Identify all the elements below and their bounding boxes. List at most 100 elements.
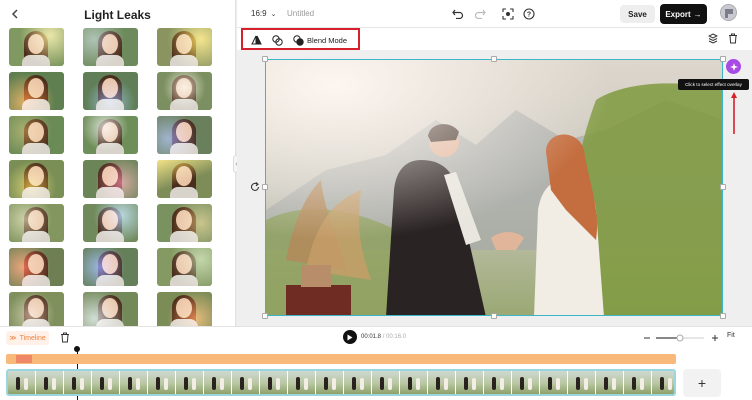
redo-icon[interactable] (472, 6, 488, 22)
light-leak-thumbnail[interactable] (157, 248, 212, 286)
timeline-toggle[interactable]: ≫ Timeline (6, 331, 49, 345)
light-leak-thumbnail[interactable] (83, 248, 138, 286)
resize-handle-b[interactable] (491, 313, 497, 319)
blend-mode-button[interactable]: Blend Mode (293, 34, 347, 46)
document-title[interactable]: Untitled (287, 9, 314, 18)
flip-icon[interactable] (251, 34, 262, 46)
delete-clip-icon[interactable] (60, 332, 71, 343)
video-frame-thumb (596, 371, 624, 394)
screenshot-icon[interactable] (500, 6, 516, 22)
light-leak-thumbnail[interactable] (157, 72, 212, 110)
light-leak-thumbnail[interactable] (157, 292, 212, 326)
light-leak-thumbnail[interactable] (9, 72, 64, 110)
save-button[interactable]: Save (620, 5, 655, 23)
top-bar: 16:9 ⌄ Untitled ? Save Export → (237, 0, 752, 28)
zoom-out-icon[interactable] (644, 337, 650, 339)
avatar[interactable] (720, 4, 737, 21)
video-frame-thumb (652, 371, 674, 394)
timeline-label: Timeline (19, 334, 46, 342)
video-frame-thumb (120, 371, 148, 394)
opacity-icon[interactable] (272, 34, 283, 46)
help-icon[interactable]: ? (521, 6, 537, 22)
export-label: Export (665, 9, 691, 19)
resize-handle-tr[interactable] (720, 56, 726, 62)
export-button[interactable]: Export → (660, 4, 707, 24)
undo-icon[interactable] (450, 6, 466, 22)
video-frame-thumb (260, 371, 288, 394)
current-time: 00:01.8 (361, 334, 382, 340)
video-frame-thumb (288, 371, 316, 394)
layer-actions (707, 33, 738, 47)
resize-handle-tl[interactable] (262, 56, 268, 62)
light-leak-thumbnail[interactable] (9, 28, 64, 66)
video-frame-thumb (316, 371, 344, 394)
zoom-controls (642, 332, 722, 344)
light-leak-thumbnail[interactable] (83, 28, 138, 66)
play-icon (347, 334, 353, 340)
resize-handle-l[interactable] (262, 184, 268, 190)
resize-handle-br[interactable] (720, 313, 726, 319)
light-leak-thumbnail[interactable] (9, 160, 64, 198)
rotate-icon[interactable] (249, 181, 260, 192)
light-leak-thumbnail[interactable] (157, 116, 212, 154)
panel-title: Light Leaks (84, 8, 151, 22)
light-leak-thumbnail[interactable] (83, 160, 138, 198)
light-leak-thumbnail[interactable] (9, 292, 64, 326)
chevrons-icon: ≫ (9, 335, 17, 342)
effect-toolbar: Blend Mode (237, 28, 752, 50)
video-preview[interactable] (265, 59, 723, 316)
resize-handle-t[interactable] (491, 56, 497, 62)
chevron-down-icon: ⌄ (270, 11, 277, 18)
video-frame-thumb (148, 371, 176, 394)
zoom-slider-knob[interactable] (676, 334, 684, 342)
light-leak-thumbnail[interactable] (83, 72, 138, 110)
aspect-ratio-select[interactable]: 16:9 ⌄ (251, 9, 276, 18)
video-frame-thumb (540, 371, 568, 394)
video-frame-thumb (456, 371, 484, 394)
arrow-up-icon (731, 92, 737, 134)
effect-overlay-tooltip: Click to select effect overlay (678, 79, 749, 90)
delete-icon[interactable] (728, 33, 738, 47)
resize-handle-bl[interactable] (262, 313, 268, 319)
canvas-stage: Click to select effect overlay (237, 50, 752, 326)
video-frame-thumb (484, 371, 512, 394)
playback-time: 00:01.8 / 00:16.0 (361, 334, 406, 340)
aspect-ratio-value: 16:9 (251, 9, 267, 18)
light-leak-thumbnail[interactable] (157, 160, 212, 198)
timeline-panel: ≫ Timeline 00:01.8 / 00:16.0 Fit + (0, 326, 752, 400)
light-leak-thumbnail[interactable] (83, 116, 138, 154)
video-frame-thumb (512, 371, 540, 394)
video-frame-thumb (428, 371, 456, 394)
light-leak-thumbnail[interactable] (83, 292, 138, 326)
light-leak-thumbnail[interactable] (83, 204, 138, 242)
video-frame-thumb (204, 371, 232, 394)
video-track[interactable] (6, 369, 676, 396)
video-frame-thumb (64, 371, 92, 394)
effect-track[interactable] (6, 354, 676, 364)
panel-header: Light Leaks (0, 0, 235, 28)
light-leak-thumbnail[interactable] (157, 204, 212, 242)
video-frame-thumb (344, 371, 372, 394)
layers-icon[interactable] (707, 33, 719, 47)
light-leak-thumbnail[interactable] (9, 248, 64, 286)
zoom-in-icon[interactable] (712, 335, 718, 341)
light-leak-thumbnail[interactable] (9, 204, 64, 242)
blend-mode-icon (293, 34, 304, 46)
video-frame-thumb (36, 371, 64, 394)
video-frame-thumb (568, 371, 596, 394)
fit-button[interactable]: Fit (727, 332, 735, 339)
resize-handle-r[interactable] (720, 184, 726, 190)
video-frame-thumb (372, 371, 400, 394)
effect-overlay-button[interactable] (726, 59, 741, 74)
video-frame-thumb (624, 371, 652, 394)
blend-mode-label: Blend Mode (307, 35, 348, 45)
light-leak-thumbnail[interactable] (157, 28, 212, 66)
play-button[interactable] (343, 330, 357, 344)
light-leak-thumbnail[interactable] (9, 116, 64, 154)
light-leaks-grid (9, 28, 227, 326)
sparkle-icon (729, 62, 738, 71)
video-frame-image (266, 60, 722, 315)
svg-text:?: ? (527, 12, 531, 19)
add-clip-button[interactable]: + (683, 369, 721, 397)
video-frame-thumb (8, 371, 36, 394)
